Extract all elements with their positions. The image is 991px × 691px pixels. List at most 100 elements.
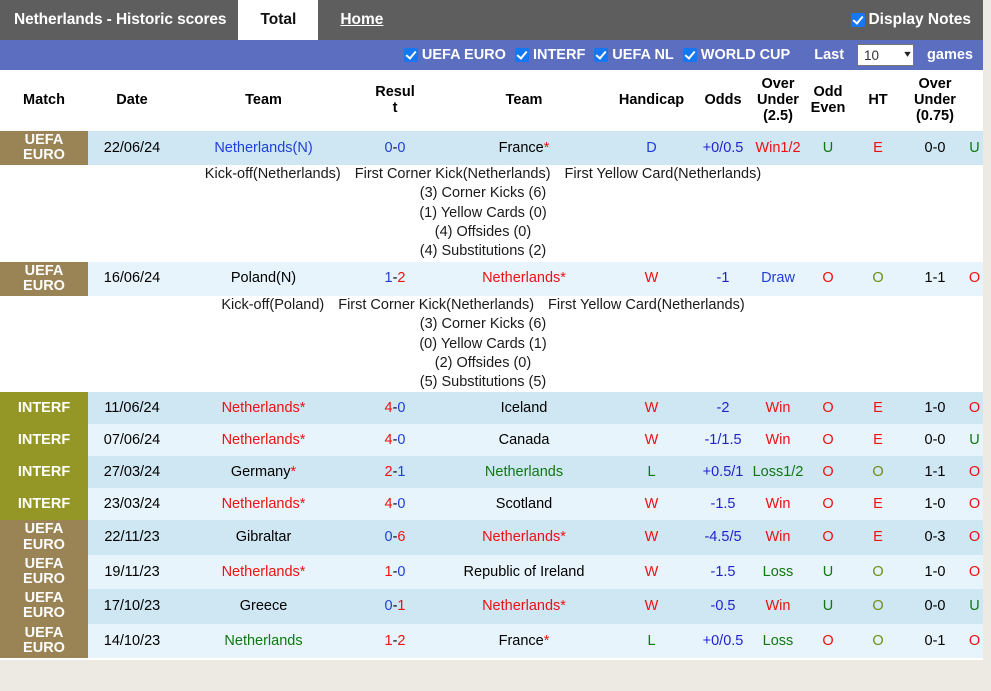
half-time-score: 1-1 (904, 262, 966, 296)
scores-table-body: UEFA EURO22/06/24Netherlands(N)0-0France… (0, 131, 983, 658)
col-ou075-line2: Under (914, 92, 956, 108)
checkbox-icon[interactable] (515, 48, 529, 62)
table-row[interactable]: INTERF27/03/24Germany*2-1NetherlandsL+0.… (0, 456, 983, 488)
match-date: 19/11/23 (88, 555, 176, 589)
table-row[interactable]: INTERF07/06/24Netherlands*4-0CanadaW-1/1… (0, 424, 983, 456)
half-time-score: 0-0 (904, 424, 966, 456)
half-time-score: 1-0 (904, 488, 966, 520)
table-row[interactable]: UEFA EURO22/11/23Gibraltar0-6Netherlands… (0, 520, 983, 554)
checkbox-icon[interactable] (683, 48, 697, 62)
match-notes-row: Kick-off(Poland)First Corner Kick(Nether… (0, 296, 983, 392)
away-team: Netherlands* (439, 262, 609, 296)
display-notes-toggle[interactable]: Display Notes (851, 0, 983, 40)
checkbox-icon[interactable] (404, 48, 418, 62)
competition-badge: UEFA EURO (0, 520, 88, 554)
competition-badge: UEFA EURO (0, 262, 88, 296)
over-under-25: U (804, 555, 852, 589)
half-time-score: 0-0 (904, 131, 966, 165)
match-score: 4-0 (351, 488, 439, 520)
table-row[interactable]: INTERF23/03/24Netherlands*4-0ScotlandW-1… (0, 488, 983, 520)
match-handicap: -2 (694, 392, 752, 424)
filter-label: WORLD CUP (701, 47, 790, 63)
competition-badge: INTERF (0, 456, 88, 488)
half-time-score: 0-3 (904, 520, 966, 554)
over-under-25: O (804, 624, 852, 658)
competition-badge: UEFA EURO (0, 131, 88, 165)
col-result-line2: t (393, 100, 398, 116)
page-title: Netherlands - Historic scores (0, 0, 238, 40)
col-handicap: Handicap (609, 70, 694, 131)
last-label: Last (814, 47, 844, 63)
table-row[interactable]: UEFA EURO17/10/23Greece0-1Netherlands*W-… (0, 589, 983, 623)
half-time-score: 1-0 (904, 555, 966, 589)
over-under-25: O (804, 392, 852, 424)
col-result: Resul t (351, 70, 439, 131)
half-time-score: 1-0 (904, 392, 966, 424)
checkbox-icon[interactable] (851, 13, 865, 27)
home-team: Netherlands* (176, 392, 351, 424)
table-row[interactable]: UEFA EURO14/10/23Netherlands1-2France*L+… (0, 624, 983, 658)
note-line: (1) Yellow Cards (0) (419, 204, 546, 223)
last-games-select[interactable]: 10 ▾ (857, 44, 914, 66)
over-under-25: U (804, 131, 852, 165)
games-label: games (927, 47, 973, 63)
match-result: W (609, 424, 694, 456)
odd-even: E (852, 131, 904, 165)
note-line: (2) Offsides (0) (435, 354, 531, 373)
tab-home[interactable]: Home (318, 0, 405, 40)
competition-badge: UEFA EURO (0, 555, 88, 589)
match-score: 1-2 (351, 624, 439, 658)
col-over-under-075: Over Under (0.75) (904, 70, 966, 131)
match-handicap: -1.5 (694, 555, 752, 589)
match-competition-cell: INTERF (0, 392, 88, 424)
table-row[interactable]: UEFA EURO22/06/24Netherlands(N)0-0France… (0, 131, 983, 165)
match-odds: Loss1/2 (752, 456, 804, 488)
note-head-item: Kick-off(Netherlands) (205, 165, 341, 184)
tab-total[interactable]: Total (238, 0, 318, 40)
top-bar-spacer (405, 0, 851, 40)
match-competition-cell: UEFA EURO (0, 520, 88, 554)
table-row[interactable]: UEFA EURO19/11/23Netherlands*1-0Republic… (0, 555, 983, 589)
filter-uefa-euro[interactable]: UEFA EURO (404, 47, 506, 63)
filter-interf[interactable]: INTERF (515, 47, 585, 63)
col-ou075-line3: (0.75) (916, 108, 954, 124)
note-line: (3) Corner Kicks (6) (420, 184, 547, 203)
match-date: 23/03/24 (88, 488, 176, 520)
match-odds: Win (752, 424, 804, 456)
col-ou075-line1: Over (918, 76, 951, 92)
filter-world-cup[interactable]: WORLD CUP (683, 47, 790, 63)
note-line: (5) Substitutions (5) (420, 373, 547, 392)
col-team-home: Team (176, 70, 351, 131)
filter-uefa-nl[interactable]: UEFA NL (594, 47, 674, 63)
table-header-row: Match Date Team Resul t Team Handicap Od… (0, 70, 983, 131)
note-head-item: First Yellow Card(Netherlands) (548, 296, 745, 315)
over-under-25: O (804, 424, 852, 456)
over-under-075: O (966, 488, 983, 520)
match-result: W (609, 555, 694, 589)
match-result: L (609, 456, 694, 488)
filter-label: UEFA EURO (422, 47, 506, 63)
match-handicap: -1 (694, 262, 752, 296)
match-odds: Win1/2 (752, 131, 804, 165)
filter-bar: UEFA EURO INTERF UEFA NL WORLD CUP Last … (0, 40, 983, 70)
col-over-under-25: Over Under (2.5) (752, 70, 804, 131)
away-team: Republic of Ireland (439, 555, 609, 589)
match-score: 2-1 (351, 456, 439, 488)
note-line: (3) Corner Kicks (6) (420, 315, 547, 334)
away-team: Iceland (439, 392, 609, 424)
note-line: (4) Offsides (0) (435, 223, 531, 242)
table-row[interactable]: INTERF11/06/24Netherlands*4-0IcelandW-2W… (0, 392, 983, 424)
away-team: Netherlands* (439, 589, 609, 623)
checkbox-icon[interactable] (594, 48, 608, 62)
home-team: Poland(N) (176, 262, 351, 296)
col-odds: Odds (694, 70, 752, 131)
competition-badge: INTERF (0, 488, 88, 520)
away-team: Scotland (439, 488, 609, 520)
chevron-down-icon: ▾ (904, 50, 911, 60)
match-date: 17/10/23 (88, 589, 176, 623)
over-under-075: U (966, 589, 983, 623)
match-competition-cell: UEFA EURO (0, 262, 88, 296)
home-team: Greece (176, 589, 351, 623)
table-row[interactable]: UEFA EURO16/06/24Poland(N)1-2Netherlands… (0, 262, 983, 296)
over-under-25: O (804, 262, 852, 296)
